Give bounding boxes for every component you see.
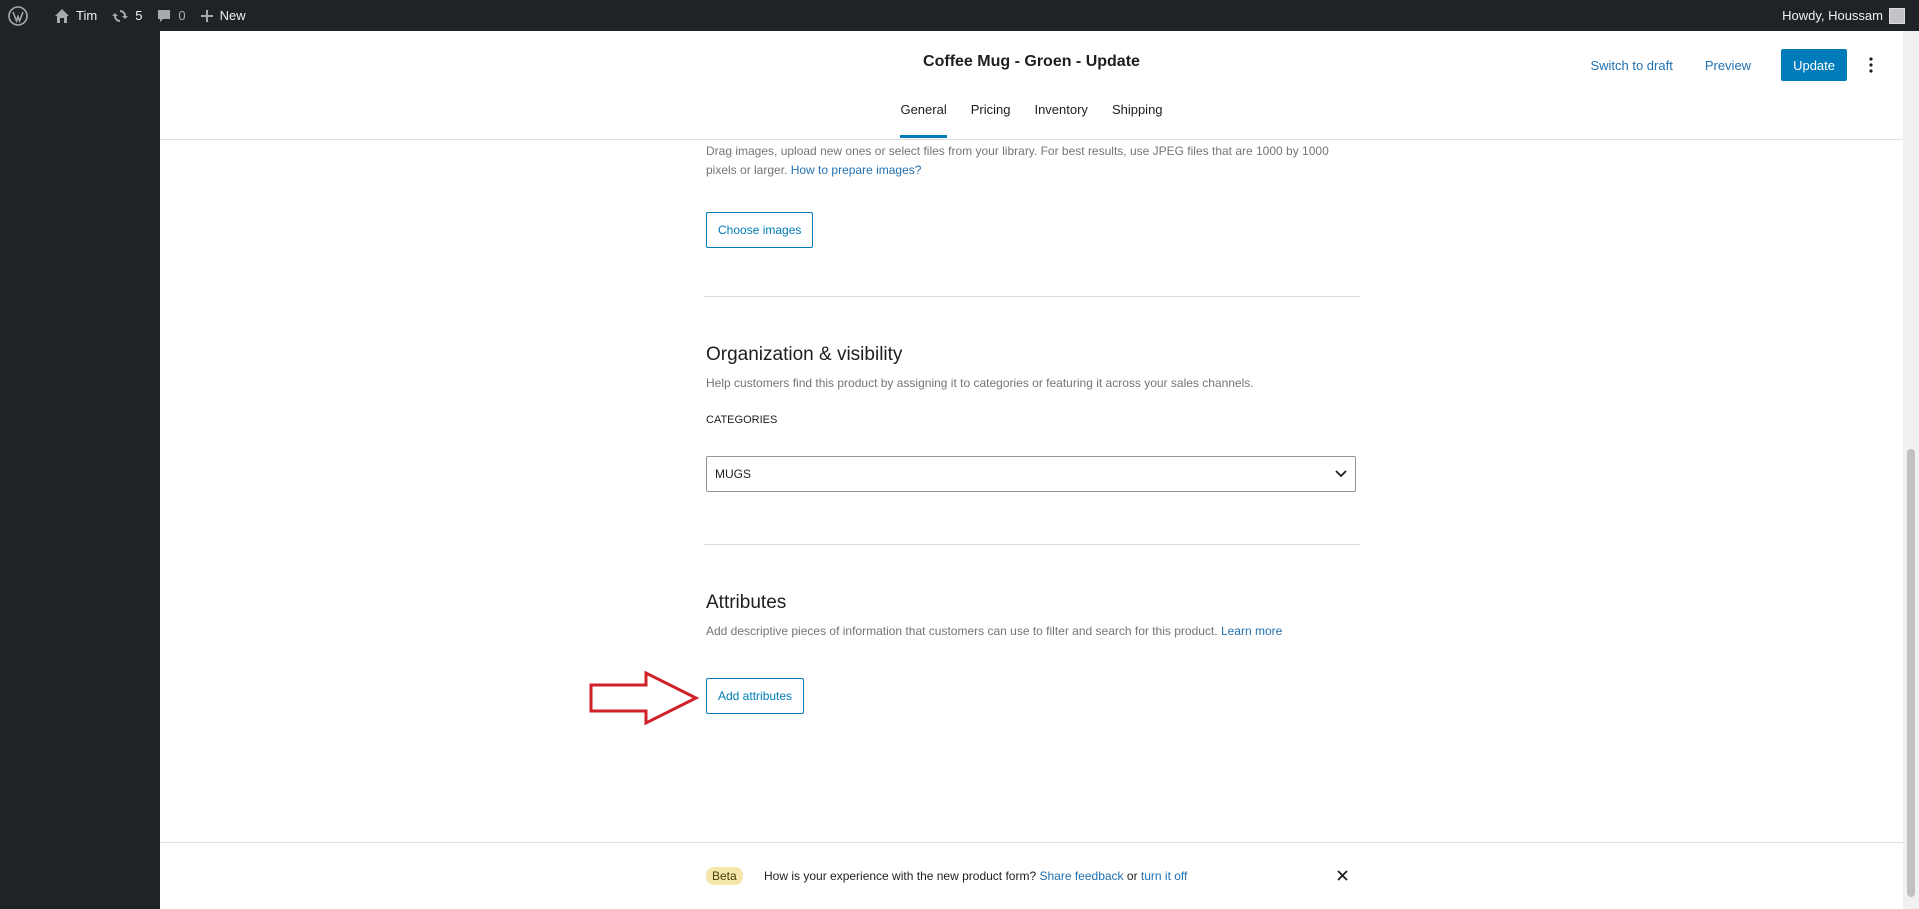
organization-section: Organization & visibility Help customers…	[706, 344, 1359, 426]
chevron-down-icon	[1335, 470, 1347, 478]
product-tabs: General Pricing Inventory Shipping	[160, 100, 1903, 138]
comments-link[interactable]: 0	[149, 0, 192, 31]
avatar	[1889, 7, 1905, 24]
section-divider	[704, 544, 1360, 545]
attributes-section: Attributes Add descriptive pieces of inf…	[706, 592, 1359, 641]
wordpress-icon	[8, 5, 28, 26]
feedback-bar: Beta How is your experience with the new…	[160, 842, 1903, 909]
plus-icon	[200, 9, 213, 22]
add-attributes-button[interactable]: Add attributes	[706, 678, 805, 714]
learn-more-link[interactable]: Learn more	[1221, 624, 1282, 638]
updates-count: 5	[135, 8, 143, 23]
site-name: Tim	[76, 8, 98, 23]
admin-sidebar	[0, 31, 160, 909]
feedback-text: How is your experience with the new prod…	[764, 869, 1187, 883]
section-divider	[704, 296, 1360, 297]
wordpress-menu[interactable]	[0, 0, 35, 31]
categories-select[interactable]: MUGS	[706, 456, 1356, 492]
categories-label: CATEGORIES	[706, 414, 778, 426]
comments-count: 0	[178, 8, 186, 23]
header-actions: Switch to draft Preview Update	[1574, 49, 1903, 81]
comments-icon	[158, 9, 171, 22]
tab-general[interactable]: General	[888, 100, 958, 138]
feedback-or: or	[1126, 869, 1138, 883]
categories-value: MUGS	[715, 467, 751, 481]
close-icon	[1336, 869, 1348, 881]
site-name-link[interactable]: Tim	[47, 0, 104, 31]
more-vertical-icon	[1869, 57, 1873, 73]
greeting: Howdy, Houssam	[1782, 8, 1883, 23]
choose-images-wrapper: Choose images	[706, 212, 814, 248]
switch-to-draft-button[interactable]: Switch to draft	[1574, 58, 1688, 73]
updates-link[interactable]: 5	[104, 0, 149, 31]
tab-shipping[interactable]: Shipping	[1100, 100, 1175, 138]
organization-description: Help customers find this product by assi…	[706, 376, 1254, 390]
update-button[interactable]: Update	[1781, 49, 1847, 81]
my-account[interactable]: Howdy, Houssam	[1782, 0, 1905, 31]
add-attributes-wrapper: Add attributes	[706, 678, 805, 714]
organization-title: Organization & visibility	[706, 344, 903, 365]
new-label: New	[219, 8, 246, 23]
product-header: Coffee Mug - Groen - Update Switch to dr…	[160, 31, 1903, 140]
close-feedback-button[interactable]	[1332, 865, 1352, 885]
turn-off-link[interactable]: turn it off	[1141, 869, 1187, 883]
feedback-question: How is your experience with the new prod…	[764, 869, 1037, 883]
images-section: Drag images, upload new ones or select f…	[706, 142, 1359, 180]
tab-inventory[interactable]: Inventory	[1022, 100, 1099, 138]
annotation-arrow-icon	[589, 670, 700, 726]
prepare-images-link[interactable]: How to prepare images?	[791, 163, 922, 177]
attributes-description: Add descriptive pieces of information th…	[706, 622, 1359, 641]
new-content-link[interactable]: New	[193, 0, 253, 31]
attributes-description-text: Add descriptive pieces of information th…	[706, 624, 1218, 638]
attributes-title: Attributes	[706, 592, 787, 613]
admin-bar: Tim 5 0 New Howdy, Houssam	[0, 0, 1919, 31]
home-icon	[55, 8, 69, 23]
beta-badge: Beta	[706, 867, 743, 885]
updates-icon	[112, 9, 129, 22]
share-feedback-link[interactable]: Share feedback	[1039, 869, 1123, 883]
images-help-text: Drag images, upload new ones or select f…	[706, 142, 1359, 180]
more-options-button[interactable]	[1855, 49, 1887, 81]
tab-pricing[interactable]: Pricing	[959, 100, 1023, 138]
scrollbar-thumb[interactable]	[1907, 449, 1915, 897]
page-scrollbar[interactable]	[1903, 31, 1919, 909]
preview-button[interactable]: Preview	[1689, 58, 1767, 73]
choose-images-button[interactable]: Choose images	[706, 212, 814, 248]
